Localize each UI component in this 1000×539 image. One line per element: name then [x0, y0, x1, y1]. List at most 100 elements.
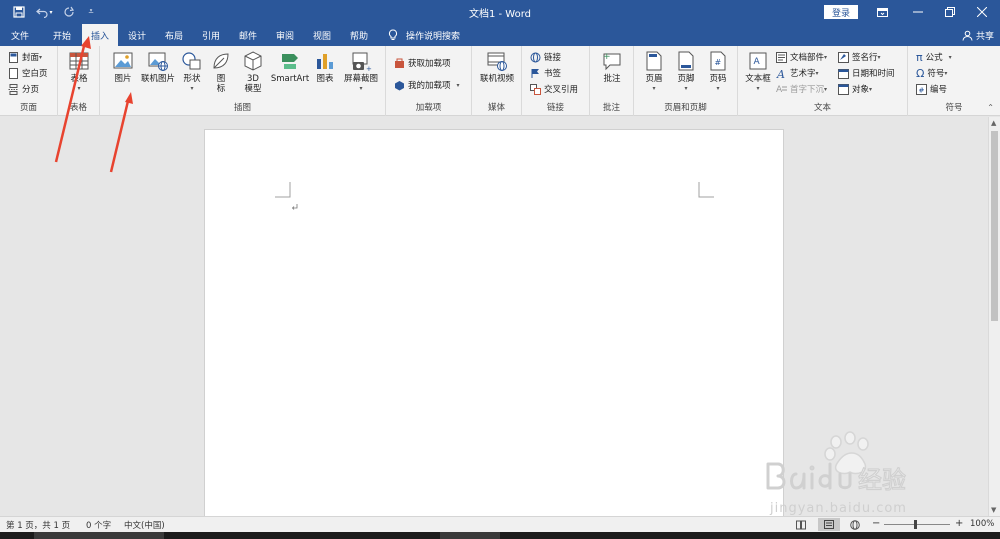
picture-button[interactable]: 图片	[110, 50, 136, 84]
scrollbar-thumb[interactable]	[991, 131, 998, 321]
signature-line-button[interactable]: 签名行 ▾	[838, 50, 881, 64]
signature-icon	[838, 51, 849, 63]
zoom-slider-thumb[interactable]	[914, 520, 917, 529]
svg-text:经验: 经验	[858, 466, 906, 494]
header-icon	[646, 51, 662, 71]
tab-file[interactable]: 文件	[4, 24, 36, 46]
my-addins-button[interactable]: 我的加载项 ▾	[394, 78, 460, 92]
date-time-button[interactable]: 日期和时间	[838, 66, 895, 80]
ribbon-display-options-icon[interactable]	[864, 0, 900, 24]
taskbar-item[interactable]	[440, 532, 500, 539]
word-count-status[interactable]: 0 个字	[86, 519, 111, 531]
page-count-status[interactable]: 第 1 页，共 1 页	[6, 519, 70, 531]
bookmark-button[interactable]: 书签	[530, 66, 561, 80]
page-break-button[interactable]: 分页	[8, 82, 39, 96]
pi-icon: π	[916, 50, 923, 64]
zoom-slider[interactable]	[884, 524, 950, 525]
chart-button[interactable]: 图表	[312, 50, 338, 84]
symbol-button[interactable]: Ω 符号 ▾	[916, 66, 947, 80]
group-illustrations: 图片 联机图片 形状 ▾ 图 标 3D 模型 SmartArt 图表 + 屏幕截…	[100, 46, 386, 116]
drop-cap-button[interactable]: A 首字下沉 ▾	[776, 82, 827, 96]
table-button[interactable]: 表格 ▾	[66, 50, 92, 94]
tab-references[interactable]: 引用	[194, 24, 228, 46]
table-icon	[69, 52, 89, 70]
cross-reference-icon	[530, 83, 541, 95]
textbox-button[interactable]: A 文本框 ▾	[744, 50, 772, 94]
restore-icon[interactable]	[932, 0, 968, 24]
group-symbols: π 公式 ▾ Ω 符号 ▾ # 编号 符号 ⌃	[908, 46, 1000, 116]
zoom-level[interactable]: 100%	[970, 519, 994, 529]
drop-cap-icon: A	[776, 85, 787, 95]
wordart-button[interactable]: A 艺术字 ▾	[776, 66, 819, 80]
ribbon-insert: 封面 ▾ 空白页 分页 页面 表格 ▾ 表格 图片 联机图片 形状 ▾ 图 标 …	[0, 46, 1000, 116]
svg-text:+: +	[366, 65, 372, 72]
minimize-icon[interactable]	[900, 0, 936, 24]
read-mode-icon[interactable]	[796, 520, 806, 530]
shapes-button[interactable]: 形状 ▾	[180, 50, 204, 94]
page-number-button[interactable]: # 页码 ▾	[706, 50, 730, 94]
group-label-text: 文本	[813, 103, 831, 113]
group-label-pages: 页面	[19, 103, 37, 113]
quick-parts-button[interactable]: 文档部件 ▾	[776, 50, 827, 64]
icons-icon	[213, 53, 229, 69]
tab-home[interactable]: 开始	[44, 24, 80, 46]
blank-page-icon	[9, 67, 18, 79]
svg-text:#: #	[919, 86, 925, 94]
login-button[interactable]: 登录	[824, 5, 858, 19]
svg-text:#: #	[715, 58, 722, 67]
tab-layout[interactable]: 布局	[157, 24, 191, 46]
bookmark-icon	[531, 68, 539, 78]
header-button[interactable]: 页眉 ▾	[642, 50, 666, 94]
scroll-up-icon[interactable]: ▲	[991, 119, 996, 127]
vertical-scrollbar[interactable]: ▲ ▼	[988, 117, 1000, 516]
page-number-icon: #	[710, 51, 726, 71]
footer-button[interactable]: 页脚 ▾	[674, 50, 698, 94]
get-addins-button[interactable]: 获取加载项	[394, 56, 451, 70]
tab-view[interactable]: 视图	[305, 24, 339, 46]
cross-reference-button[interactable]: 交叉引用	[530, 82, 578, 96]
web-layout-icon[interactable]	[850, 520, 860, 530]
group-label-media: 媒体	[487, 103, 505, 113]
smartart-button[interactable]: SmartArt	[268, 50, 312, 84]
comment-button[interactable]: + 批注	[598, 50, 626, 84]
group-tables: 表格 ▾ 表格	[58, 46, 100, 116]
share-button[interactable]: 共享	[962, 24, 994, 46]
share-label: 共享	[975, 31, 994, 42]
tab-mailings[interactable]: 邮件	[231, 24, 265, 46]
tab-help[interactable]: 帮助	[342, 24, 376, 46]
number-button[interactable]: # 编号	[916, 82, 947, 96]
group-label-tables: 表格	[69, 103, 87, 113]
baidu-watermark-logo: 经验 jingyan.baidu.com	[766, 431, 907, 516]
cover-page-icon	[9, 51, 18, 63]
language-status[interactable]: 中文(中国)	[124, 519, 165, 531]
zoom-in-icon[interactable]: +	[955, 518, 963, 529]
page-break-icon	[8, 83, 19, 95]
tab-insert[interactable]: 插入	[82, 24, 118, 46]
collapse-ribbon-icon[interactable]: ⌃	[987, 103, 994, 112]
print-layout-button[interactable]	[818, 518, 840, 531]
screenshot-button[interactable]: + 屏幕截图 ▾	[340, 50, 382, 94]
group-label-addins: 加载项	[415, 103, 442, 113]
taskbar-item[interactable]	[34, 532, 164, 539]
scroll-down-icon[interactable]: ▼	[991, 506, 996, 514]
cover-page-button[interactable]: 封面 ▾	[8, 50, 42, 64]
online-video-button[interactable]: 联机视频	[476, 50, 518, 84]
group-label-comments: 批注	[602, 103, 620, 113]
3d-model-button[interactable]: 3D 模型	[240, 50, 266, 94]
online-picture-button[interactable]: 联机图片	[138, 50, 178, 84]
group-label-symbols: 符号	[945, 103, 963, 113]
tab-review[interactable]: 审阅	[268, 24, 302, 46]
tab-design[interactable]: 设计	[120, 24, 154, 46]
group-label-header-footer: 页眉和页脚	[664, 103, 707, 113]
object-button[interactable]: 对象 ▾	[838, 82, 872, 96]
icons-button[interactable]: 图 标	[210, 50, 232, 94]
document-page[interactable]	[204, 129, 784, 519]
link-icon	[530, 52, 541, 62]
close-icon[interactable]	[964, 0, 1000, 24]
link-button[interactable]: 链接	[530, 50, 561, 64]
blank-page-button[interactable]: 空白页	[8, 66, 48, 80]
shapes-icon	[182, 52, 201, 70]
equation-button[interactable]: π 公式 ▾	[916, 50, 952, 64]
zoom-out-icon[interactable]: −	[872, 518, 880, 529]
tell-me-search[interactable]: 操作说明搜索	[388, 24, 460, 46]
